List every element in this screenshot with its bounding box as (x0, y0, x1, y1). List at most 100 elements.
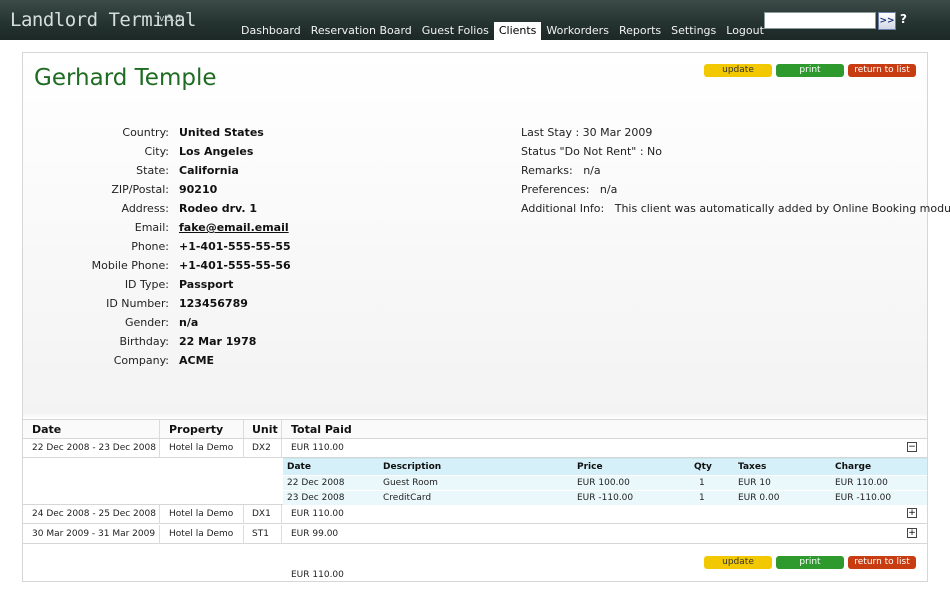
nav-logout[interactable]: Logout (721, 22, 769, 40)
detail-label: ZIP/Postal: (23, 183, 169, 199)
nav-clients[interactable]: Clients (493, 22, 542, 40)
reservation-unit: ST1 (252, 529, 269, 539)
line-qty: 1 (699, 493, 705, 503)
reservation-total: EUR 110.00 (291, 509, 344, 519)
detail-label-text: ZIP/Postal: (111, 183, 169, 196)
folio-details: Date Description Price Qty Taxes Charge … (283, 458, 927, 505)
detail-label: Address: (23, 202, 169, 218)
nav-workorders[interactable]: Workorders (541, 22, 614, 40)
column-divider (159, 420, 160, 439)
nav-settings[interactable]: Settings (666, 22, 721, 40)
main-nav: Dashboard Reservation Board Guest Folios… (236, 22, 769, 40)
reservation-row[interactable]: 22 Dec 2008 - 23 Dec 2008 Hotel la Demo … (23, 439, 927, 458)
expand-icon[interactable]: + (907, 528, 917, 538)
print-button[interactable]: print (776, 64, 844, 77)
reservation-row[interactable]: 30 Mar 2009 - 31 Mar 2009 Hotel la Demo … (23, 525, 927, 544)
reservation-property: Hotel la Demo (169, 509, 234, 519)
detail-label-text: Company: (113, 354, 169, 367)
reservation-row[interactable]: 24 Dec 2008 - 25 Dec 2008 Hotel la Demo … (23, 505, 927, 524)
column-divider (281, 420, 282, 439)
column-divider (243, 525, 244, 544)
line-charge: EUR -110.00 (835, 493, 892, 503)
col-total-paid[interactable]: Total Paid (291, 423, 352, 436)
detail-spacer (23, 458, 283, 505)
detail-label-text: State: (136, 164, 169, 177)
detail-col-price: Price (577, 462, 603, 472)
line-qty: 1 (699, 478, 705, 488)
reservation-property: Hotel la Demo (169, 529, 234, 539)
reservation-date: 24 Dec 2008 - 25 Dec 2008 (32, 509, 156, 519)
line-description: Guest Room (383, 478, 438, 488)
client-name: Gerhard Temple (34, 65, 217, 91)
folio-details-header: Date Description Price Qty Taxes Charge (283, 459, 927, 475)
column-divider (281, 505, 282, 524)
detail-label-text: Birthday: (119, 335, 169, 348)
grand-total: EUR 110.00 (291, 570, 344, 580)
reservation-property: Hotel la Demo (169, 443, 234, 453)
line-price: EUR -110.00 (577, 493, 634, 503)
detail-value: California (179, 164, 239, 177)
detail-label-text: ID Number: (106, 297, 169, 310)
col-date[interactable]: Date (32, 423, 61, 436)
return-to-list-button-bottom[interactable]: return to list (848, 556, 916, 569)
column-divider (281, 525, 282, 544)
line-date: 23 Dec 2008 (287, 493, 345, 503)
app-version: v.3.0 (159, 14, 181, 24)
additional-info: Additional Info: This client was automat… (521, 202, 950, 215)
top-bar: Landlord Terminal v.3.0 Dashboard Reserv… (0, 0, 950, 40)
detail-label-text: City: (144, 145, 169, 158)
update-button-bottom[interactable]: update (704, 556, 772, 569)
print-button-bottom[interactable]: print (776, 556, 844, 569)
last-stay: Last Stay : 30 Mar 2009 (521, 126, 653, 139)
detail-value: Los Angeles (179, 145, 254, 158)
search-button[interactable]: >> (878, 12, 896, 30)
detail-value: ACME (179, 354, 215, 367)
line-description: CreditCard (383, 493, 432, 503)
nav-reservation-board[interactable]: Reservation Board (306, 22, 417, 40)
detail-col-charge: Charge (835, 462, 872, 472)
reservation-date: 30 Mar 2009 - 31 Mar 2009 (32, 529, 156, 539)
detail-label: ID Number: (23, 297, 169, 313)
detail-label-text: Phone: (131, 240, 169, 253)
reservation-total: EUR 110.00 (291, 443, 344, 453)
detail-label: ID Type: (23, 278, 169, 294)
line-taxes: EUR 10 (738, 478, 771, 488)
column-divider (243, 439, 244, 458)
nav-reports[interactable]: Reports (614, 22, 666, 40)
detail-label: Birthday: (23, 335, 169, 351)
collapse-icon[interactable]: − (907, 442, 917, 452)
email-link[interactable]: fake@email.email (179, 221, 289, 234)
remarks: Remarks: n/a (521, 164, 601, 177)
column-divider (159, 505, 160, 524)
column-divider (159, 439, 160, 458)
detail-value: 123456789 (179, 297, 248, 310)
col-unit[interactable]: Unit (252, 423, 278, 436)
detail-col-date: Date (287, 462, 311, 472)
detail-label-text: Address: (121, 202, 169, 215)
nav-dashboard[interactable]: Dashboard (236, 22, 306, 40)
detail-label-text: Country: (122, 126, 169, 139)
return-to-list-button[interactable]: return to list (848, 64, 916, 77)
detail-label-text: Email: (134, 221, 169, 234)
detail-label: Mobile Phone: (23, 259, 169, 275)
detail-label: Phone: (23, 240, 169, 256)
detail-label: Company: (23, 354, 169, 370)
update-button[interactable]: update (704, 64, 772, 77)
nav-guest-folios[interactable]: Guest Folios (417, 22, 494, 40)
col-property[interactable]: Property (169, 423, 223, 436)
detail-label: Country: (23, 126, 169, 142)
expand-icon[interactable]: + (907, 508, 917, 518)
detail-label-text: ID Type: (124, 278, 169, 291)
detail-value: United States (179, 126, 264, 139)
search-input[interactable] (764, 12, 876, 29)
line-taxes: EUR 0.00 (738, 493, 780, 503)
detail-value: +1-401-555-55-56 (179, 259, 291, 272)
detail-value: Rodeo drv. 1 (179, 202, 257, 215)
detail-value: 22 Mar 1978 (179, 335, 257, 348)
reservation-unit: DX1 (252, 509, 271, 519)
do-not-rent-status: Status "Do Not Rent" : No (521, 145, 662, 158)
detail-label: City: (23, 145, 169, 161)
help-icon[interactable]: ? (900, 12, 907, 26)
line-charge: EUR 110.00 (835, 478, 888, 488)
folio-line: 23 Dec 2008 CreditCard EUR -110.00 1 EUR… (283, 490, 927, 505)
